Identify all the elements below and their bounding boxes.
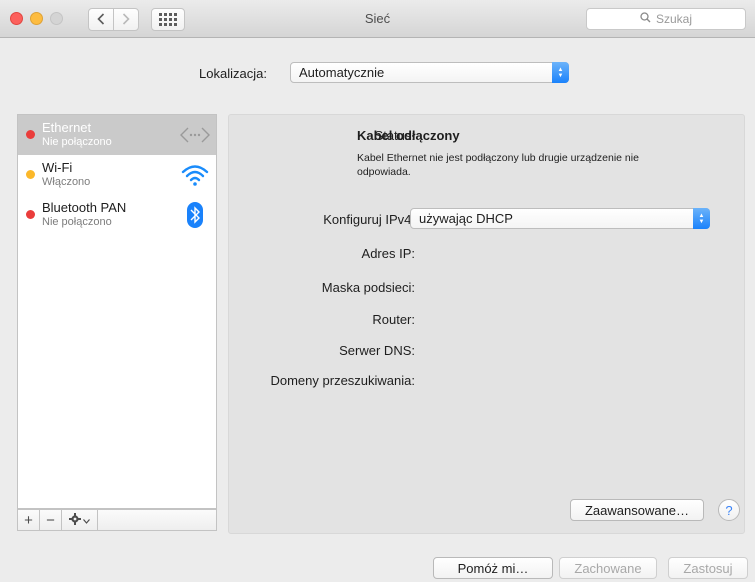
advanced-button[interactable]: Zaawansowane… xyxy=(570,499,704,521)
popup-arrows-icon: ▲ ▼ xyxy=(693,208,710,229)
search-icon xyxy=(640,12,651,26)
service-item-bluetooth-pan[interactable]: Bluetooth PAN Nie połączono xyxy=(18,195,216,235)
ipv4-label: Konfiguruj IPv4: xyxy=(323,212,415,227)
service-list-toolbar: + − xyxy=(17,509,217,531)
gear-icon xyxy=(69,512,81,528)
search-placeholder: Szukaj xyxy=(655,12,693,26)
location-label: Lokalizacja: xyxy=(199,66,267,81)
status-dot-yellow xyxy=(26,170,35,179)
service-name: Ethernet xyxy=(42,120,92,135)
dns-server-label: Serwer DNS: xyxy=(339,343,415,358)
service-status: Nie połączono xyxy=(42,136,112,148)
status-dot-red xyxy=(26,130,35,139)
ethernet-icon xyxy=(180,121,210,149)
service-status: Nie połączono xyxy=(42,216,112,228)
add-service-button[interactable]: + xyxy=(18,510,40,530)
ip-address-label: Adres IP: xyxy=(361,246,415,261)
revert-button[interactable]: Zachowane xyxy=(559,557,657,579)
status-value: Kabel odłączony xyxy=(357,128,460,143)
wifi-icon xyxy=(180,161,210,189)
service-item-wifi[interactable]: Wi-Fi Włączono xyxy=(18,155,216,195)
subnet-mask-label: Maska podsieci: xyxy=(321,280,415,295)
ipv4-value: używając DHCP xyxy=(419,211,513,226)
popup-arrows-icon: ▲ ▼ xyxy=(552,62,569,83)
remove-service-button[interactable]: − xyxy=(40,510,62,530)
location-popup[interactable]: Automatycznie ▲ ▼ xyxy=(290,62,569,83)
status-description: Kabel Ethernet nie jest podłączony lub d… xyxy=(357,152,639,178)
search-domains-label: Domeny przeszukiwania: xyxy=(270,373,415,388)
service-item-ethernet[interactable]: Ethernet Nie połączono xyxy=(18,115,216,155)
assist-me-button[interactable]: Pomóż mi… xyxy=(433,557,553,579)
action-menu-button[interactable] xyxy=(62,510,98,530)
ipv4-configure-popup[interactable]: używając DHCP ▲ ▼ xyxy=(410,208,710,229)
service-name: Wi-Fi xyxy=(42,160,73,175)
location-value: Automatycznie xyxy=(299,65,385,80)
service-name: Bluetooth PAN xyxy=(42,200,127,215)
router-label: Router: xyxy=(372,312,415,327)
window-toolbar: Sieć Szukaj xyxy=(0,0,755,38)
search-input[interactable]: Szukaj xyxy=(586,8,746,30)
chevron-down-icon xyxy=(83,513,90,527)
service-status: Włączono xyxy=(42,176,91,188)
bluetooth-icon xyxy=(180,201,210,229)
service-list: Ethernet Nie połączono Wi-Fi Włączono Bl… xyxy=(17,114,217,509)
apply-button[interactable]: Zastosuj xyxy=(668,557,748,579)
help-button[interactable]: ? xyxy=(718,499,740,521)
status-dot-red xyxy=(26,210,35,219)
